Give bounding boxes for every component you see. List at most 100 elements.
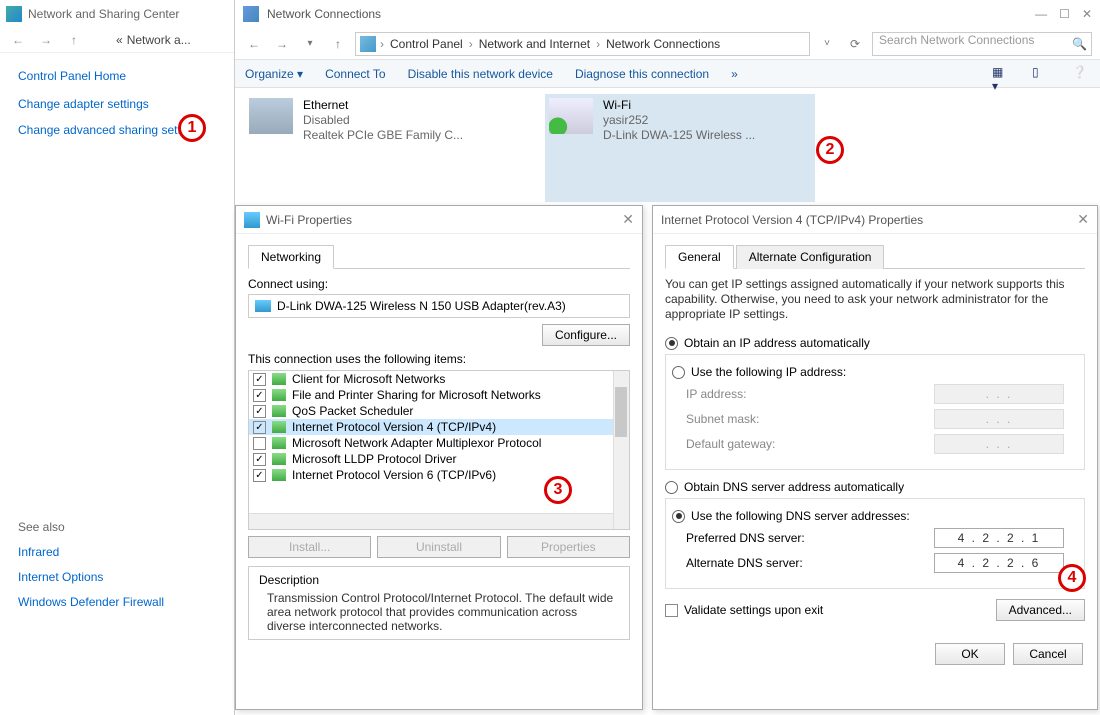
up-button[interactable]: ↑ [64, 30, 84, 50]
network-item-row[interactable]: Microsoft Network Adapter Multiplexor Pr… [249, 435, 629, 451]
wifi-dlg-tabs: Networking [248, 244, 630, 269]
vertical-scrollbar[interactable] [613, 371, 629, 529]
close-button[interactable]: ✕ [1082, 7, 1092, 21]
checkbox[interactable]: ✓ [253, 373, 266, 386]
see-also-panel: See also Infrared Internet Options Windo… [18, 520, 164, 620]
network-item-label: Internet Protocol Version 4 (TCP/IPv4) [292, 420, 496, 434]
nav-up-button[interactable]: ↑ [327, 33, 349, 55]
checkbox[interactable] [253, 437, 266, 450]
protocol-icon [272, 421, 286, 433]
crumb-control-panel[interactable]: Control Panel [388, 37, 465, 51]
network-item-row[interactable]: ✓ Microsoft LLDP Protocol Driver [249, 451, 629, 467]
change-adapter-link[interactable]: Change adapter settings [18, 97, 218, 111]
network-item-label: QoS Packet Scheduler [292, 404, 413, 418]
cancel-button[interactable]: Cancel [1013, 643, 1083, 665]
infrared-link[interactable]: Infrared [18, 545, 164, 559]
network-item-row[interactable]: ✓ QoS Packet Scheduler [249, 403, 629, 419]
forward-button[interactable]: → [36, 30, 56, 50]
adapter-wifi[interactable]: Wi-Fi yasir252 D-Link DWA-125 Wireless .… [545, 94, 815, 202]
network-item-label: Microsoft LLDP Protocol Driver [292, 452, 457, 466]
crumb-network-connections[interactable]: Network Connections [604, 37, 722, 51]
configure-button[interactable]: Configure... [542, 324, 630, 346]
search-input[interactable]: Search Network Connections 🔍 [872, 32, 1092, 56]
advanced-button[interactable]: Advanced... [996, 599, 1085, 621]
adapter-ethernet[interactable]: Ethernet Disabled Realtek PCIe GBE Famil… [245, 94, 515, 202]
connect-to-button[interactable]: Connect To [325, 67, 386, 81]
close-icon[interactable]: ✕ [1077, 211, 1089, 228]
back-breadcrumb[interactable]: « Network a... [92, 32, 197, 48]
breadcrumb[interactable]: › Control Panel › Network and Internet ›… [355, 32, 810, 56]
ip-address-input[interactable]: . . . [934, 384, 1064, 404]
uninstall-button[interactable]: Uninstall [377, 536, 500, 558]
view-options-icon[interactable]: ▦ ▾ [992, 65, 1010, 83]
install-button[interactable]: Install... [248, 536, 371, 558]
radio-obtain-ip[interactable] [665, 337, 678, 350]
crumb-network-internet[interactable]: Network and Internet [477, 37, 592, 51]
back-button[interactable]: ← [8, 30, 28, 50]
description-group: Description Transmission Control Protoco… [248, 566, 630, 640]
network-sharing-window: Network and Sharing Center ← → ↑ « Netwo… [0, 0, 236, 660]
radio-obtain-dns[interactable] [665, 481, 678, 494]
checkbox[interactable]: ✓ [253, 421, 266, 434]
adapter-device: D-Link DWA-125 Wireless ... [603, 128, 755, 143]
refresh-button[interactable]: ⟳ [844, 33, 866, 55]
network-item-row[interactable]: ✓ Internet Protocol Version 4 (TCP/IPv4) [249, 419, 629, 435]
validate-checkbox-row[interactable]: Validate settings upon exit [665, 603, 823, 617]
adapter-status: Disabled [303, 113, 463, 128]
checkbox[interactable]: ✓ [253, 405, 266, 418]
control-panel-home-link[interactable]: Control Panel Home [18, 69, 218, 83]
obtain-dns-radio-row[interactable]: Obtain DNS server address automatically [665, 480, 1085, 494]
tab-general[interactable]: General [665, 245, 734, 269]
checkbox[interactable]: ✓ [253, 389, 266, 402]
diagnose-button[interactable]: Diagnose this connection [575, 67, 709, 81]
disable-device-button[interactable]: Disable this network device [408, 67, 553, 81]
gateway-input[interactable]: . . . [934, 434, 1064, 454]
gateway-label: Default gateway: [686, 437, 934, 451]
network-item-label: Client for Microsoft Networks [292, 372, 445, 386]
dns-group: Use the following DNS server addresses: … [665, 498, 1085, 589]
close-icon[interactable]: ✕ [622, 211, 634, 228]
subnet-input[interactable]: . . . [934, 409, 1064, 429]
command-bar: Organize ▾ Connect To Disable this netwo… [235, 60, 1100, 88]
minimize-button[interactable]: — [1035, 7, 1047, 21]
use-dns-label: Use the following DNS server addresses: [691, 509, 910, 523]
adapter-status: yasir252 [603, 113, 755, 128]
network-item-row[interactable]: ✓ Client for Microsoft Networks [249, 371, 629, 387]
horizontal-scrollbar[interactable] [249, 513, 613, 529]
protocol-icon [272, 437, 286, 449]
preview-pane-icon[interactable]: ▯ [1032, 65, 1050, 83]
nav-back-button[interactable]: ← [243, 33, 265, 55]
maximize-button[interactable]: ☐ [1059, 7, 1070, 21]
tab-alternate[interactable]: Alternate Configuration [736, 245, 885, 269]
internet-options-link[interactable]: Internet Options [18, 570, 164, 584]
wifi-properties-dialog: Wi-Fi Properties ✕ Networking Connect us… [235, 205, 643, 710]
help-icon[interactable]: ❔ [1072, 65, 1090, 83]
alt-dns-input[interactable]: 4 . 2 . 2 . 6 [934, 553, 1064, 573]
network-item-row[interactable]: ✓File and Printer Sharing for Microsoft … [249, 387, 629, 403]
firewall-link[interactable]: Windows Defender Firewall [18, 595, 164, 609]
obtain-ip-radio-row[interactable]: Obtain an IP address automatically [665, 336, 1085, 350]
radio-use-ip[interactable] [672, 366, 685, 379]
organize-menu[interactable]: Organize ▾ [245, 67, 303, 81]
step-marker-2: 2 [816, 136, 844, 164]
use-ip-radio-row[interactable]: Use the following IP address: [672, 365, 1064, 379]
ok-button[interactable]: OK [935, 643, 1005, 665]
use-dns-radio-row[interactable]: Use the following DNS server addresses: [672, 509, 1064, 523]
more-chevron-button[interactable]: » [731, 67, 738, 81]
checkbox[interactable]: ✓ [253, 469, 266, 482]
radio-use-dns[interactable] [672, 510, 685, 523]
adapter-device: Realtek PCIe GBE Family C... [303, 128, 463, 143]
properties-button[interactable]: Properties [507, 536, 630, 558]
checkbox[interactable]: ✓ [253, 453, 266, 466]
pref-dns-input[interactable]: 4 . 2 . 2 . 1 [934, 528, 1064, 548]
history-dropdown[interactable]: ˅ [816, 33, 838, 55]
validate-checkbox[interactable] [665, 604, 678, 617]
network-item-row[interactable]: ✓Internet Protocol Version 6 (TCP/IPv6) [249, 467, 629, 483]
adapter-name: Wi-Fi [603, 98, 755, 113]
network-item-label: Microsoft Network Adapter Multiplexor Pr… [292, 436, 541, 450]
tcpip-description: You can get IP settings assigned automat… [665, 277, 1085, 322]
nav-forward-button[interactable]: → [271, 33, 293, 55]
tab-networking[interactable]: Networking [248, 245, 334, 269]
adapter-field[interactable]: D-Link DWA-125 Wireless N 150 USB Adapte… [248, 294, 630, 318]
nav-history-button[interactable]: ▾ [299, 33, 321, 55]
